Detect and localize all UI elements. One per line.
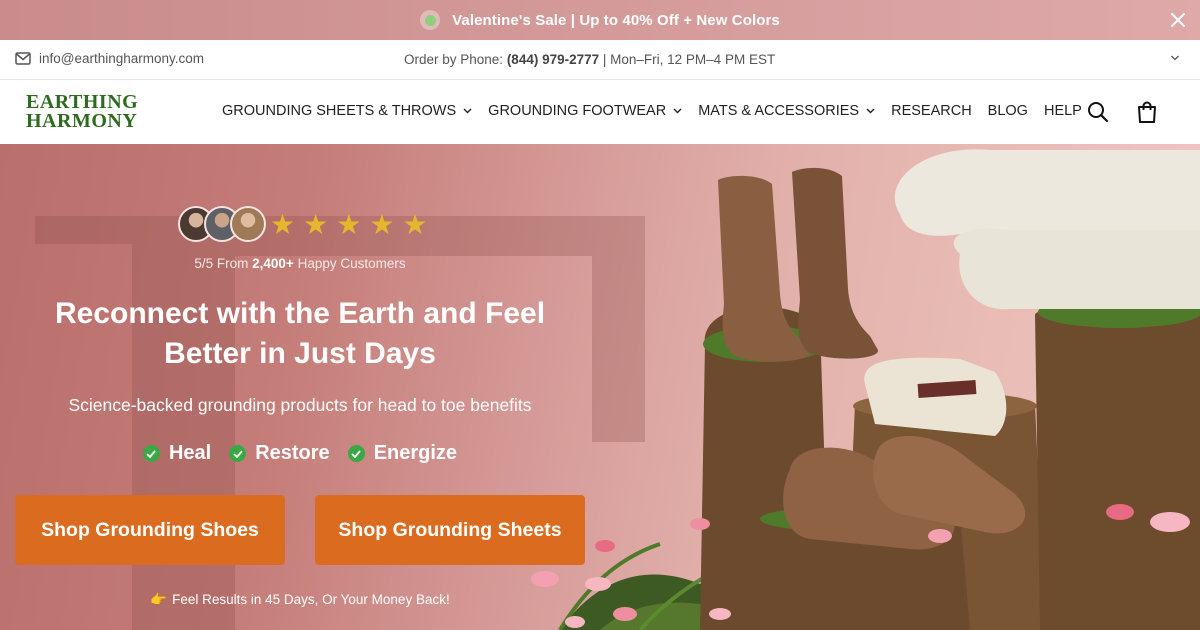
benefit-label: Heal [168, 442, 212, 464]
email-text: info@earthingharmony.com [39, 51, 205, 66]
rating-prefix: 5/5 From [194, 256, 253, 271]
logo-line-2: HARMONY [26, 110, 138, 132]
headline-line-1: Reconnect with the Earth and Feel [54, 297, 546, 330]
mail-icon [15, 52, 31, 65]
star-icon: ★ [270, 209, 301, 240]
shop-grounding-sheets-button[interactable]: Shop Grounding Sheets [315, 495, 585, 565]
rating-count: 2,400+ [252, 256, 294, 271]
guarantee-text: Feel Results in 45 Days, Or Your Money B… [172, 592, 450, 607]
nav-label: HELP [1043, 103, 1082, 119]
shop-grounding-shoes-button[interactable]: Shop Grounding Shoes [15, 495, 285, 565]
nav-item-sheets-throws[interactable]: GROUNDING SHEETS & THROWS [222, 103, 472, 119]
shopping-bag-icon[interactable] [1136, 101, 1158, 123]
avatar [230, 206, 266, 242]
hero-banner: ★ ★ ★ ★ ★ 5/5 From 2,400+ Happy Customer… [0, 144, 1200, 630]
nav-item-research[interactable]: RESEARCH [891, 103, 972, 119]
main-nav: GROUNDING SHEETS & THROWS GROUNDING FOOT… [222, 103, 1098, 119]
email-link[interactable]: info@earthingharmony.com [15, 51, 204, 66]
chevron-down-icon [673, 108, 682, 114]
site-header: EARTHING HARMONY GROUNDING SHEETS & THRO… [0, 80, 1200, 144]
pointing-hand-icon: 👉 [150, 592, 168, 607]
benefit-label: Energize [373, 442, 458, 464]
nav-label: RESEARCH [891, 103, 972, 119]
announcement-bar: Valentine's Sale | Up to 40% Off + New C… [0, 0, 1200, 40]
star-icon: ★ [369, 209, 400, 240]
check-circle-icon [347, 445, 365, 462]
customer-avatars [178, 206, 266, 242]
benefit-item: Energize [347, 442, 458, 465]
phone-prefix: Order by Phone: [404, 52, 507, 67]
benefit-label: Restore [255, 442, 330, 464]
rating-suffix: Happy Customers [293, 256, 406, 271]
nav-label: MATS & ACCESSORIES [698, 103, 860, 119]
hero-subheadline: Science-backed grounding products for he… [68, 395, 532, 415]
benefits-list: Heal Restore Energize [0, 442, 600, 465]
nav-item-mats-accessories[interactable]: MATS & ACCESSORIES [698, 103, 875, 119]
nav-label: GROUNDING FOOTWEAR [488, 103, 667, 119]
hero-headline: Reconnect with the Earth and Feel Better… [0, 294, 600, 374]
nav-item-footwear[interactable]: GROUNDING FOOTWEAR [488, 103, 682, 119]
search-icon[interactable] [1087, 101, 1109, 123]
star-rating: ★ ★ ★ ★ ★ [270, 208, 436, 241]
phone-hours: | Mon–Fri, 12 PM–4 PM EST [599, 52, 776, 67]
star-icon: ★ [336, 209, 367, 240]
check-circle-icon [229, 445, 247, 462]
info-bar: info@earthingharmony.com Order by Phone:… [0, 40, 1200, 80]
nav-item-help[interactable]: HELP [1044, 103, 1082, 119]
money-back-guarantee: 👉 Feel Results in 45 Days, Or Your Money … [0, 592, 600, 608]
nav-item-blog[interactable]: BLOG [988, 103, 1028, 119]
star-icon: ★ [402, 209, 433, 240]
phone-info: Order by Phone: (844) 979-2777 | Mon–Fri… [404, 52, 775, 67]
chevron-down-icon [463, 108, 472, 114]
chevron-down-icon[interactable] [1170, 54, 1180, 62]
status-dot-icon [420, 10, 441, 30]
phone-number[interactable]: (844) 979-2777 [507, 52, 599, 67]
check-circle-icon [142, 445, 160, 462]
close-icon[interactable] [1168, 10, 1188, 30]
benefit-item: Heal [142, 442, 212, 465]
chevron-down-icon [866, 108, 875, 114]
rating-text: 5/5 From 2,400+ Happy Customers [0, 256, 600, 271]
headline-line-2: Better in Just Days [164, 337, 436, 370]
benefit-item: Restore [229, 442, 330, 465]
nav-label: GROUNDING SHEETS & THROWS [222, 103, 457, 119]
star-icon: ★ [303, 209, 334, 240]
announcement-text[interactable]: Valentine's Sale | Up to 40% Off + New C… [452, 12, 780, 29]
nav-label: BLOG [987, 103, 1028, 119]
logo[interactable]: EARTHING HARMONY [26, 92, 138, 132]
